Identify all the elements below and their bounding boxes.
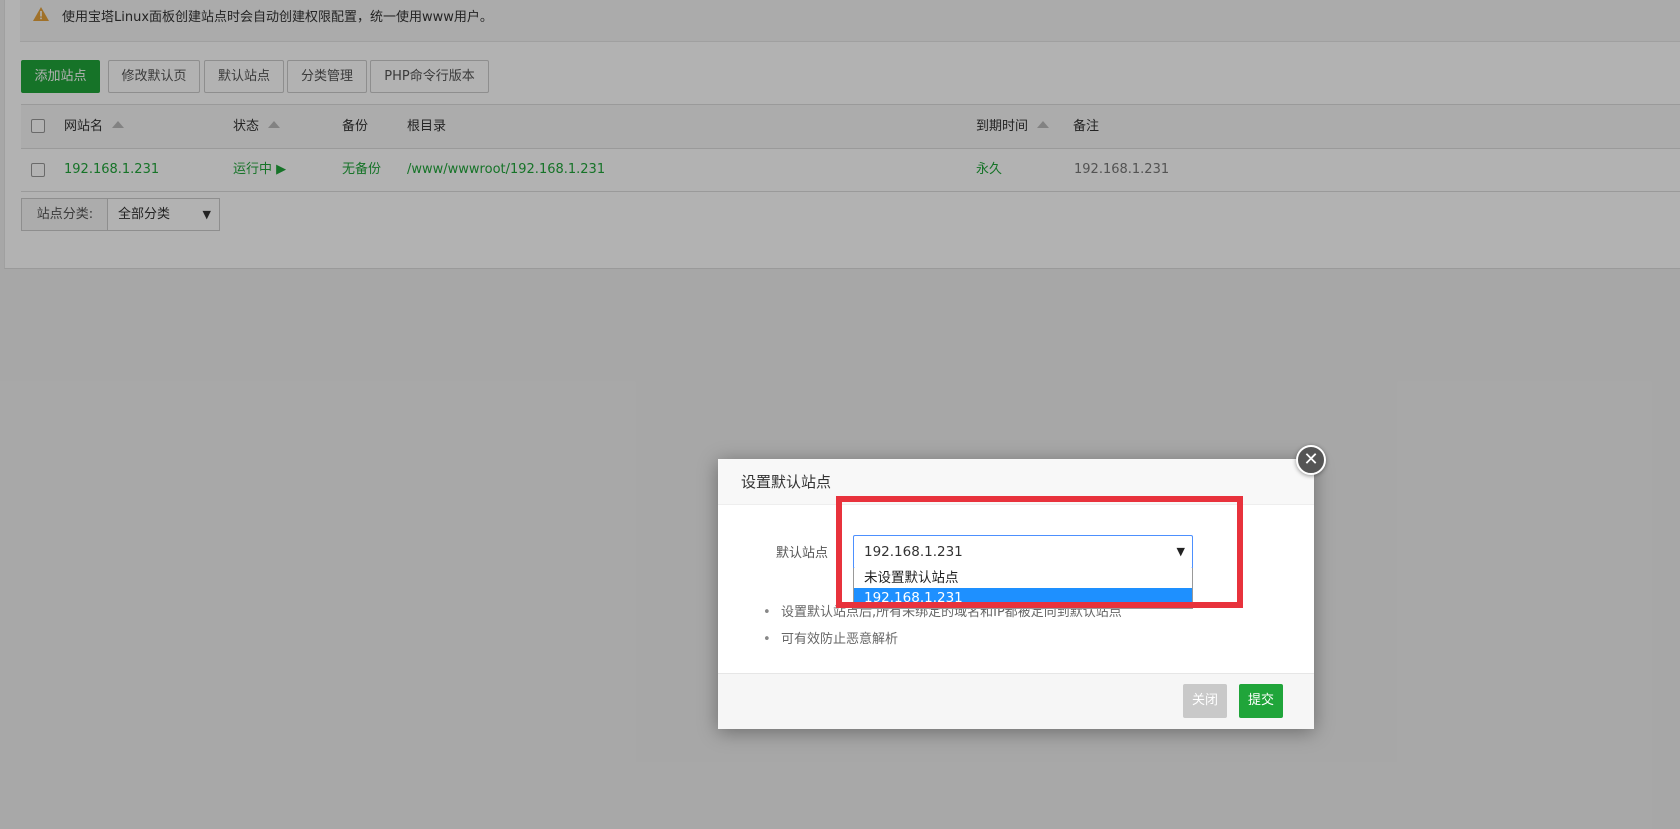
dialog-footer: 关闭 提交 (718, 673, 1314, 729)
submit-button[interactable]: 提交 (1239, 684, 1284, 718)
default-site-label: 默认站点 (776, 546, 829, 561)
highlight-box (836, 496, 1243, 608)
close-icon[interactable]: ✕ (1296, 445, 1326, 475)
close-button[interactable]: 关闭 (1183, 684, 1228, 718)
dialog-title: 设置默认站点 (741, 473, 832, 491)
note-item: 可有效防止恶意解析 (761, 626, 1122, 653)
